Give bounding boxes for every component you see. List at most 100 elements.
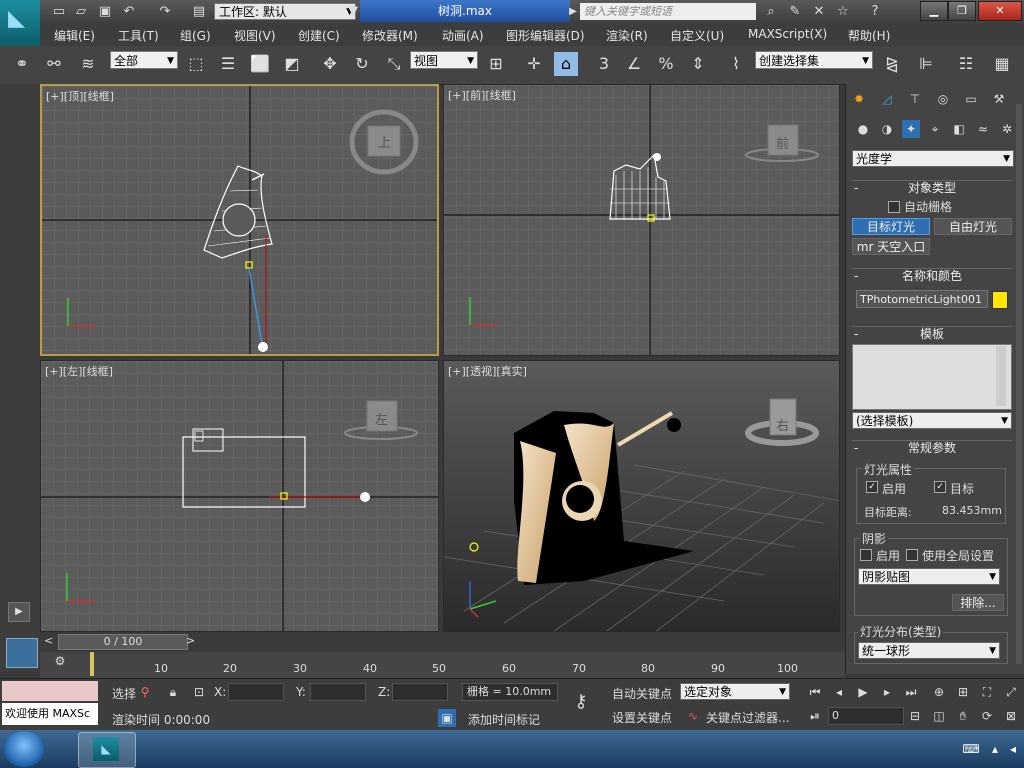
distribution-dropdown[interactable]: 统一球形 ▼ — [858, 642, 1000, 659]
goto-end-icon[interactable]: ⏭ — [902, 683, 920, 701]
y-coord-field[interactable] — [310, 683, 366, 701]
motion-tab-icon[interactable]: ◎ — [934, 90, 952, 108]
template-scrollbar[interactable] — [996, 346, 1006, 406]
select-manipulate-icon[interactable]: ✛ — [522, 52, 546, 76]
project-folder-icon[interactable]: ▤ — [190, 3, 208, 21]
viewport-top[interactable]: [+][顶][线框] 上 — [40, 84, 439, 356]
systems-icon[interactable]: ✲ — [998, 120, 1016, 138]
auto-key-button[interactable]: 自动关键点 — [612, 685, 672, 702]
help-icon[interactable]: ? — [866, 3, 884, 21]
template-dropdown[interactable]: (选择模板) ▼ — [852, 412, 1012, 429]
shadow-type-dropdown[interactable]: 阴影贴图 ▼ — [858, 568, 1000, 585]
play-icon[interactable]: ▶ — [854, 683, 872, 701]
maxscript-listener-mini[interactable] — [2, 681, 98, 701]
zoom-extents-icon[interactable]: ⛶ — [978, 683, 996, 701]
display-tab-icon[interactable]: ▭ — [962, 90, 980, 108]
exclude-button[interactable]: 排除... — [952, 594, 1004, 611]
key-search-icon[interactable]: ✎ — [786, 3, 804, 21]
shadow-enable-checkbox[interactable] — [860, 549, 872, 561]
lock-selection-icon[interactable]: 🔒︎ — [164, 683, 182, 701]
new-file-icon[interactable]: ▭ — [50, 3, 68, 21]
menu-animation[interactable]: 动画(A) — [442, 27, 484, 44]
key-mode-toggle-icon[interactable]: ⏯ — [806, 707, 824, 725]
current-frame-field[interactable]: 0 — [828, 707, 904, 725]
orbit-icon[interactable]: ⟳ — [978, 707, 996, 725]
viewport-left[interactable]: [+][左][线框] 左 — [40, 360, 439, 632]
viewport-left-label[interactable]: [+][左][线框] — [45, 363, 113, 379]
frame-counter[interactable]: 0 / 100 — [58, 634, 188, 650]
menu-customize[interactable]: 自定义(U) — [670, 27, 724, 44]
viewport-perspective-label[interactable]: [+][透视][真实] — [448, 363, 527, 379]
target-checkbox[interactable]: ✓ — [934, 481, 946, 493]
link-icon[interactable]: ⚭ — [10, 52, 34, 76]
angle-snap-icon[interactable]: ∠ — [622, 52, 646, 76]
modify-tab-icon[interactable]: ◿ — [878, 90, 896, 108]
object-type-rollout-title[interactable]: - 对象类型 — [852, 180, 1012, 195]
volume-tray-icon[interactable]: ◂ — [1004, 740, 1022, 758]
mirror-icon[interactable]: ⧎ — [880, 52, 904, 76]
maxscript-input[interactable]: 欢迎使用 MAXSc — [2, 703, 98, 725]
menu-edit[interactable]: 编辑(E) — [54, 27, 95, 44]
sky-portal-button[interactable]: mr 天空入口 — [852, 238, 930, 255]
layer-manager-icon[interactable]: ☷ — [954, 52, 978, 76]
zoom-extents-all-icon[interactable]: ⤢ — [1002, 683, 1020, 701]
align-icon[interactable]: ⊫ — [914, 52, 938, 76]
object-color-swatch[interactable] — [992, 291, 1008, 309]
add-time-tag-label[interactable]: 添加时间标记 — [468, 711, 540, 728]
menu-maxscript[interactable]: MAXScript(X) — [748, 27, 827, 41]
track-bar[interactable]: ⚙ 10 20 30 40 50 60 70 80 90 100 — [40, 652, 845, 678]
search-input[interactable]: 键入关键字或短语 — [580, 3, 756, 20]
x-coord-field[interactable] — [228, 683, 284, 701]
selection-filter-dropdown[interactable]: 全部 ▼ — [110, 51, 178, 69]
scale-icon[interactable]: ⤡ — [382, 52, 406, 76]
move-icon[interactable]: ✥ — [318, 52, 342, 76]
redo-icon[interactable]: ↷ — [156, 3, 174, 21]
window-crossing-icon[interactable]: ◩ — [280, 52, 304, 76]
time-tag-icon[interactable]: ▣ — [438, 709, 456, 727]
key-filters-button[interactable]: 关键点过滤器... — [706, 709, 789, 726]
key-mode-icon[interactable]: ⚷ — [572, 693, 590, 711]
command-panel-scrollbar[interactable] — [1016, 104, 1022, 664]
time-config-icon[interactable]: ⊟ — [906, 707, 924, 725]
ref-coord-dropdown[interactable]: 视图 ▼ — [410, 51, 478, 69]
spinner-snap-icon[interactable]: ⇕ — [686, 52, 710, 76]
menu-group[interactable]: 组(G) — [180, 27, 211, 44]
use-global-checkbox[interactable] — [906, 549, 918, 561]
menu-help[interactable]: 帮助(H) — [848, 27, 890, 44]
geometry-icon[interactable]: ● — [854, 120, 872, 138]
viewport-layout-icon[interactable] — [6, 638, 38, 668]
field-of-view-icon[interactable]: ◫ — [930, 707, 948, 725]
general-params-rollout-title[interactable]: - 常规参数 — [852, 440, 1012, 455]
keyboard-shortcut-icon[interactable]: ⌂ — [554, 52, 578, 76]
create-tab-icon[interactable]: ✸ — [850, 90, 868, 108]
pan-icon[interactable]: ✋︎ — [954, 707, 972, 725]
light-category-dropdown[interactable]: 光度学 ▼ — [852, 150, 1014, 167]
selected-object-dropdown[interactable]: 选定对象 ▼ — [680, 683, 790, 700]
lights-icon[interactable]: ✦ — [902, 120, 920, 138]
isolate-selection-icon[interactable]: ⚲ — [136, 683, 154, 701]
pivot-center-icon[interactable]: ⊞ — [484, 52, 508, 76]
time-prev-icon[interactable]: < — [44, 634, 53, 647]
save-icon[interactable]: ▣ — [96, 3, 114, 21]
star-icon[interactable]: ☆ — [834, 3, 852, 21]
absolute-mode-icon[interactable]: ⊡ — [190, 683, 208, 701]
time-slider[interactable]: < 0 / 100 > — [40, 633, 845, 650]
tools-icon[interactable]: ✕ — [810, 3, 828, 21]
snap-toggle-icon[interactable]: 3 — [592, 52, 616, 76]
auto-grid-checkbox[interactable] — [888, 201, 900, 213]
expand-arrow-icon[interactable]: ▶ — [8, 602, 30, 622]
bind-spacewarp-icon[interactable]: ≋ — [76, 52, 100, 76]
unlink-icon[interactable]: ⚯ — [42, 52, 66, 76]
viewport-front-label[interactable]: [+][前][线框] — [448, 87, 516, 103]
prev-frame-icon[interactable]: ◂ — [830, 683, 848, 701]
spacewarps-icon[interactable]: ≈ — [974, 120, 992, 138]
utilities-tab-icon[interactable]: ⚒ — [990, 90, 1008, 108]
menu-view[interactable]: 视图(V) — [234, 27, 276, 44]
maximize-viewport-icon[interactable]: ⊠ — [1002, 707, 1020, 725]
z-coord-field[interactable] — [392, 683, 448, 701]
rotate-icon[interactable]: ↻ — [350, 52, 374, 76]
close-button[interactable]: ✕ — [978, 1, 1022, 21]
start-button[interactable] — [4, 731, 44, 767]
viewport-top-label[interactable]: [+][顶][线框] — [46, 88, 114, 104]
free-light-button[interactable]: 自由灯光 — [934, 218, 1012, 235]
